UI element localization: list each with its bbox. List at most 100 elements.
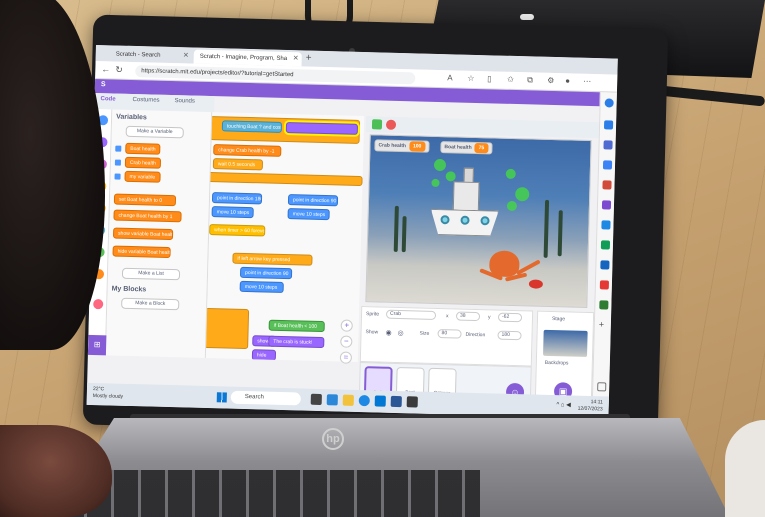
- collections-icon[interactable]: ⧉: [527, 75, 533, 85]
- outlook-icon[interactable]: [600, 240, 611, 250]
- windows-start-icon[interactable]: [216, 392, 227, 403]
- file-explorer-icon[interactable]: [342, 394, 354, 406]
- clock-date: 12/07/2023: [577, 405, 603, 413]
- app-icon[interactable]: [390, 395, 402, 408]
- green-bubble: [515, 187, 530, 202]
- code-block[interactable]: point in direction 90: [287, 194, 339, 207]
- show-variable-block[interactable]: show variable Boat health: [112, 227, 174, 241]
- seaweed: [401, 216, 407, 253]
- app-icon[interactable]: [599, 300, 609, 310]
- app-icon[interactable]: [600, 260, 610, 270]
- backdrops-label: Backdrops: [544, 359, 569, 367]
- y-input[interactable]: -62: [497, 312, 523, 323]
- size-input[interactable]: 80: [437, 329, 462, 339]
- x-label: x: [445, 313, 449, 320]
- eye-slash-icon[interactable]: ◎: [397, 329, 403, 337]
- touching-block[interactable]: touching Boat ? and costume name = Crab1: [221, 120, 283, 133]
- favorite-icon[interactable]: ☆: [467, 74, 474, 83]
- checkbox[interactable]: [115, 145, 122, 152]
- code-block[interactable]: if Boat health < 100: [268, 319, 325, 333]
- code-block[interactable]: move 10 steps: [287, 208, 330, 221]
- system-tray-icons[interactable]: ^ ⌂ ◀: [556, 401, 571, 408]
- back-icon[interactable]: ←: [101, 64, 110, 74]
- x-input[interactable]: 38: [455, 311, 481, 322]
- monitor-boat-health: Boat health 75: [440, 141, 493, 155]
- edge-icon[interactable]: [358, 395, 370, 407]
- costume-name-block[interactable]: [285, 122, 359, 135]
- store-icon[interactable]: [374, 395, 386, 407]
- chat-icon[interactable]: [326, 394, 338, 406]
- green-flag-icon[interactable]: [371, 119, 383, 130]
- crab-sprite[interactable]: [528, 279, 544, 289]
- sidebar-toggle-icon[interactable]: [597, 382, 607, 392]
- make-variable-button[interactable]: Make a Variable: [125, 125, 184, 139]
- search-icon[interactable]: [603, 140, 613, 150]
- split-screen-icon[interactable]: ▯: [487, 74, 492, 83]
- tab-costumes[interactable]: Costumes: [132, 97, 159, 104]
- weather-widget[interactable]: 22°C Mostly cloudy: [93, 386, 124, 401]
- variable-crab-health[interactable]: Crab health: [124, 156, 161, 169]
- code-block[interactable]: change Crab health by -1: [213, 144, 282, 157]
- variable-my-variable[interactable]: my variable: [124, 170, 161, 183]
- category-my-blocks[interactable]: [93, 299, 104, 310]
- set-variable-block[interactable]: set Boat health to 0: [113, 193, 177, 207]
- change-variable-block[interactable]: change Boat health by 1: [113, 209, 182, 223]
- tray-light: [520, 14, 534, 20]
- app-icon[interactable]: [406, 396, 418, 408]
- close-icon[interactable]: ✕: [293, 52, 299, 66]
- office-icon[interactable]: [601, 220, 611, 230]
- more-icon[interactable]: ⋯: [583, 77, 591, 86]
- code-block[interactable]: when timer > 60 forever: [209, 224, 266, 237]
- tag-icon[interactable]: [602, 160, 613, 170]
- close-icon[interactable]: ✕: [183, 49, 189, 63]
- backdrop-thumbnail[interactable]: [543, 329, 588, 357]
- tab-code[interactable]: Code: [101, 96, 116, 102]
- code-block[interactable]: hide: [251, 349, 277, 361]
- checkbox[interactable]: [114, 159, 122, 166]
- make-list-button[interactable]: Make a List: [121, 267, 181, 281]
- sprite-label: Sprite: [365, 311, 380, 318]
- stop-icon[interactable]: [385, 119, 397, 130]
- checkbox[interactable]: [114, 173, 121, 180]
- code-block[interactable]: if left arrow key pressed: [232, 252, 313, 266]
- toolbox-icon[interactable]: [602, 180, 612, 190]
- profile-icon[interactable]: ●: [565, 76, 570, 85]
- code-block[interactable]: point in direction 90: [239, 266, 293, 280]
- code-block[interactable]: point in direction 180: [211, 192, 263, 205]
- monitor-crab-health: Crab health 100: [374, 139, 430, 153]
- eye-icon[interactable]: ◉: [385, 329, 391, 337]
- add-extension-button[interactable]: ⊞: [87, 334, 107, 356]
- add-icon[interactable]: +: [599, 319, 608, 329]
- sprite-name-input[interactable]: Crab: [385, 309, 437, 320]
- tab-sounds[interactable]: Sounds: [174, 98, 195, 105]
- task-view-icon[interactable]: [310, 393, 322, 406]
- copilot-icon[interactable]: [604, 98, 614, 108]
- make-block-button[interactable]: Make a Block: [121, 297, 180, 311]
- clock[interactable]: 14:11 12/07/2023: [578, 399, 603, 414]
- favorites-icon[interactable]: ✩: [507, 75, 514, 84]
- direction-label: Direction: [465, 331, 486, 339]
- direction-input[interactable]: 180: [497, 330, 522, 341]
- extensions-icon[interactable]: ⚙: [547, 76, 554, 85]
- stage-pane[interactable]: Stage Backdrops ▣: [534, 310, 595, 409]
- say-block[interactable]: The crab is stuck!: [268, 335, 325, 349]
- new-tab-button[interactable]: +: [306, 52, 312, 63]
- green-bubble: [445, 171, 456, 182]
- read-aloud-icon[interactable]: A: [447, 73, 453, 82]
- code-block[interactable]: move 10 steps: [211, 206, 254, 219]
- app-icon[interactable]: [599, 280, 610, 290]
- green-bubble: [506, 200, 518, 212]
- code-block[interactable]: wait 0.5 seconds: [212, 158, 264, 171]
- taskbar-search[interactable]: Search: [230, 390, 301, 406]
- scratch-logo[interactable]: S: [101, 81, 106, 88]
- hide-variable-block[interactable]: hide variable Boat health: [112, 245, 171, 259]
- if-block[interactable]: [205, 307, 250, 350]
- refresh-icon[interactable]: ↻: [115, 65, 123, 76]
- games-icon[interactable]: [601, 200, 612, 210]
- code-block[interactable]: move 10 steps: [239, 280, 284, 293]
- stage[interactable]: Crab health 100 Boat health 75: [365, 134, 592, 308]
- variable-boat-health[interactable]: Boat health: [125, 142, 161, 155]
- notification-icon[interactable]: [603, 120, 614, 130]
- zoom-reset-button[interactable]: =: [339, 351, 353, 364]
- variables-heading: Variables: [116, 113, 147, 122]
